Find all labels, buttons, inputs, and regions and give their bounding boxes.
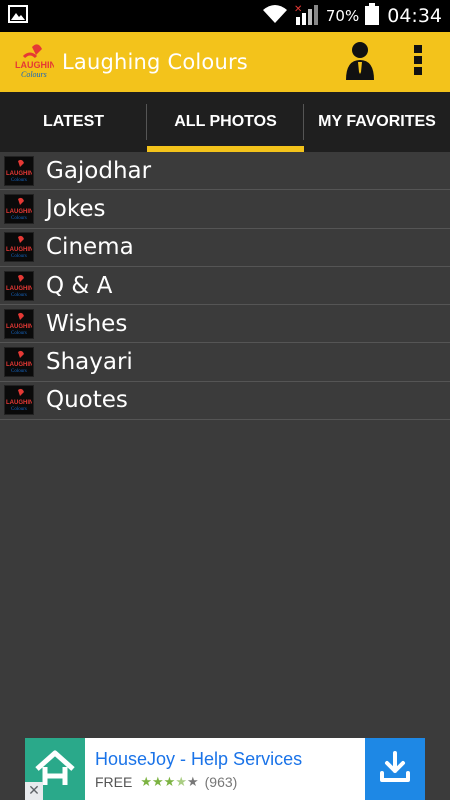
clock: 04:34	[387, 5, 442, 27]
app-logo-icon: LAUGHING Colours	[14, 42, 54, 82]
image-notification-icon	[8, 5, 28, 27]
svg-text:Colours: Colours	[11, 178, 27, 183]
svg-text:Colours: Colours	[11, 254, 27, 259]
svg-text:LAUGHING: LAUGHING	[6, 286, 32, 292]
list-item[interactable]: LAUGHINGColours Quotes	[0, 382, 450, 421]
list-item[interactable]: LAUGHINGColours Shayari	[0, 343, 450, 382]
svg-text:Colours: Colours	[21, 70, 47, 79]
ad-install-button[interactable]	[365, 738, 425, 800]
list-item-label: Gajodhar	[46, 157, 152, 184]
list-item-label: Quotes	[46, 387, 128, 414]
app-logo-thumbnail-icon: LAUGHINGColours	[4, 347, 34, 378]
app-logo-thumbnail-icon: LAUGHINGColours	[4, 193, 34, 224]
ad-banner[interactable]: HouseJoy - Help Services FREE ★★★★★ (963…	[25, 738, 425, 800]
app-title: Laughing Colours	[62, 50, 248, 74]
ad-meta: FREE ★★★★★ (963)	[95, 774, 355, 790]
ad-rating-count: (963)	[204, 773, 238, 790]
svg-text:Colours: Colours	[11, 331, 27, 336]
list-item[interactable]: LAUGHINGColours Cinema	[0, 229, 450, 267]
app-logo-thumbnail-icon: LAUGHINGColours	[4, 155, 34, 186]
rating-stars: ★★★★★	[140, 773, 199, 789]
battery-icon	[365, 3, 380, 29]
tab-bar: LATEST ALL PHOTOS MY FAVORITES	[0, 92, 450, 152]
status-bar: ✕ 70% 04:34	[0, 0, 450, 32]
list-item-label: Cinema	[46, 234, 134, 261]
svg-text:Colours: Colours	[11, 369, 27, 374]
svg-text:LAUGHING: LAUGHING	[15, 60, 54, 70]
profile-icon	[345, 40, 375, 84]
list-item[interactable]: LAUGHINGColours Jokes	[0, 190, 450, 229]
overflow-menu-button[interactable]	[396, 40, 440, 84]
svg-text:LAUGHING: LAUGHING	[6, 171, 32, 177]
ad-body: HouseJoy - Help Services FREE ★★★★★ (963…	[85, 738, 365, 800]
tab-my-favorites[interactable]: MY FAVORITES	[304, 92, 450, 152]
svg-text:✕: ✕	[294, 4, 302, 15]
list-item[interactable]: LAUGHINGColours Gajodhar	[0, 152, 450, 191]
app-logo-thumbnail-icon: LAUGHINGColours	[4, 308, 34, 339]
app-logo-thumbnail-icon: LAUGHINGColours	[4, 385, 34, 416]
list-item-label: Wishes	[46, 310, 128, 337]
svg-text:LAUGHING: LAUGHING	[6, 400, 32, 406]
list-item-label: Jokes	[46, 195, 106, 222]
list-item[interactable]: LAUGHINGColours Wishes	[0, 305, 450, 344]
category-list: LAUGHINGColours Gajodhar LAUGHINGColours…	[0, 152, 450, 421]
tab-latest[interactable]: LATEST	[0, 92, 147, 152]
svg-text:LAUGHING: LAUGHING	[6, 209, 32, 215]
list-item-label: Q & A	[46, 272, 113, 299]
list-item-label: Shayari	[46, 349, 133, 376]
svg-text:LAUGHING: LAUGHING	[6, 324, 32, 330]
svg-text:Colours: Colours	[11, 407, 27, 412]
ad-close-button[interactable]: ✕	[25, 782, 43, 800]
svg-text:LAUGHING: LAUGHING	[6, 362, 32, 368]
battery-percent: 70%	[325, 7, 360, 25]
svg-text:Colours: Colours	[11, 216, 27, 221]
ad-price: FREE	[95, 773, 133, 790]
app-logo-thumbnail-icon: LAUGHINGColours	[4, 232, 34, 263]
signal-icon: ✕	[294, 3, 320, 29]
svg-text:LAUGHING: LAUGHING	[6, 247, 32, 253]
app-bar: LAUGHING Colours Laughing Colours	[0, 32, 450, 92]
download-icon	[377, 749, 413, 789]
tab-label: ALL PHOTOS	[174, 113, 277, 130]
ad-title: HouseJoy - Help Services	[95, 748, 303, 769]
tab-label: LATEST	[42, 113, 105, 130]
profile-button[interactable]	[338, 40, 382, 84]
wifi-icon	[262, 4, 288, 28]
overflow-menu-icon	[413, 44, 423, 80]
list-item[interactable]: LAUGHINGColours Q & A	[0, 267, 450, 306]
tab-label: MY FAVORITES	[318, 113, 436, 130]
tab-all-photos[interactable]: ALL PHOTOS	[147, 92, 304, 152]
svg-text:Colours: Colours	[11, 293, 27, 298]
app-logo-thumbnail-icon: LAUGHINGColours	[4, 270, 34, 301]
